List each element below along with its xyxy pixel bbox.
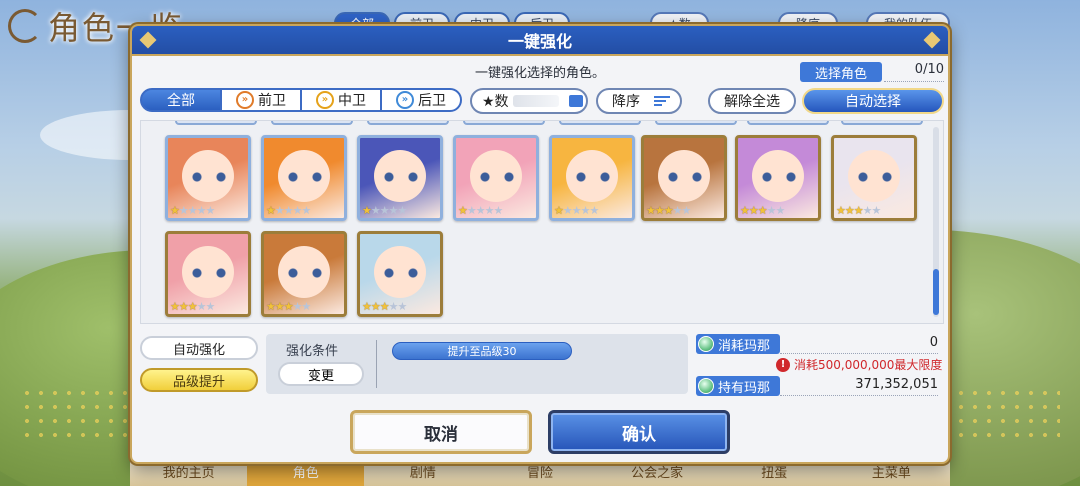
star-rating: ★★★★★ — [170, 300, 215, 313]
sort-toggle-icon — [568, 95, 583, 107]
mana-cost-label: 消耗玛那 — [696, 334, 780, 354]
nav-story: 剧情 — [409, 466, 436, 481]
warning-icon: ! — [776, 357, 790, 372]
back-chevron-icon: » — [396, 91, 414, 109]
star-sort-label: ★数 — [482, 94, 509, 110]
mana-coin-icon — [698, 336, 714, 352]
tab-back-label: 后卫 — [418, 93, 446, 109]
deselect-all-button[interactable]: 解除全选 — [708, 88, 796, 114]
swirl-icon — [8, 9, 42, 43]
tab-back[interactable]: » 后卫 — [380, 88, 462, 112]
tab-all[interactable]: 全部 — [140, 88, 222, 112]
cancel-button[interactable]: 取消 — [350, 410, 532, 454]
mana-owned-label: 持有玛那 — [696, 376, 780, 396]
divider — [376, 340, 377, 388]
nav-gacha: 扭蛋 — [761, 466, 788, 481]
character-card[interactable]: ★★★★★ — [261, 231, 347, 317]
star-rating: ★★★★★ — [170, 204, 215, 217]
nav-main-menu: 主菜单 — [871, 466, 911, 481]
change-condition-button[interactable]: 变更 — [278, 362, 364, 386]
auto-select-button[interactable]: 自动选择 — [802, 88, 944, 114]
character-card[interactable]: ★★★★★ — [357, 135, 443, 221]
star-rating: ★★★★★ — [554, 204, 599, 217]
scrollbar-thumb[interactable] — [933, 269, 939, 315]
condition-tag: 提升至品级30 — [392, 342, 572, 360]
nav-adventure: 冒险 — [526, 466, 553, 481]
rank-up-button[interactable]: 品级提升 — [140, 368, 258, 392]
mana-coin-icon — [698, 378, 714, 394]
character-card[interactable]: ★★★★★ — [831, 135, 917, 221]
character-card[interactable]: ★★★★★ — [735, 135, 821, 221]
character-card[interactable]: ★★★★★ — [357, 231, 443, 317]
tab-front-label: 前卫 — [258, 93, 286, 109]
dialog-title: 一键强化 — [132, 26, 948, 56]
character-grid: ★★★★★ ★★★★★ ★★★★★ ★★★★★ ★★★★★ ★★★★★ ★★★★★ ★★★★★… — [140, 120, 944, 324]
star-rating: ★★★★★ — [362, 204, 407, 217]
nav-character: 角色 — [247, 462, 365, 486]
previous-row-edge — [141, 121, 943, 125]
tab-all-label: 全部 — [167, 93, 195, 109]
nav-guild-house: 公会之家 — [631, 466, 684, 481]
role-filter-tabs: 全部 » 前卫 » 中卫 » 后卫 — [140, 88, 462, 112]
character-card[interactable]: ★★★★★ — [261, 135, 347, 221]
star-rating: ★★★★★ — [646, 204, 691, 217]
grid-scrollbar[interactable] — [933, 127, 939, 317]
tab-middle[interactable]: » 中卫 — [300, 88, 382, 112]
tab-front[interactable]: » 前卫 — [220, 88, 302, 112]
star-rating: ★★★★★ — [458, 204, 503, 217]
star-sort-button[interactable]: ★数 — [470, 88, 588, 114]
star-rating: ★★★★★ — [836, 204, 881, 217]
auto-enhance-button[interactable]: 自动强化 — [140, 336, 258, 360]
character-card[interactable]: ★★★★★ — [453, 135, 539, 221]
front-chevron-icon: » — [236, 91, 254, 109]
character-card[interactable]: ★★★★★ — [549, 135, 635, 221]
mana-owned-value: 371,352,051 — [855, 377, 938, 392]
select-count: 0/10 — [884, 62, 944, 82]
order-button[interactable]: 降序 — [596, 88, 682, 114]
character-card[interactable]: ★★★★★ — [165, 231, 251, 317]
tab-middle-label: 中卫 — [338, 93, 366, 109]
mana-warning: ! 消耗500,000,000最大限度 — [776, 356, 942, 373]
middle-chevron-icon: » — [316, 91, 334, 109]
star-rating: ★★★★★ — [266, 300, 311, 313]
enhance-condition-panel: 强化条件 变更 提升至品级30 — [266, 334, 688, 394]
star-rating: ★★★★★ — [362, 300, 407, 313]
order-label: 降序 — [612, 94, 640, 110]
character-card[interactable]: ★★★★★ — [641, 135, 727, 221]
sort-lines-icon — [654, 96, 670, 106]
star-rating: ★★★★★ — [266, 204, 311, 217]
one-click-enhance-dialog: 一键强化 一键强化选择的角色。 选择角色 0/10 全部 » 前卫 » 中卫 »… — [130, 24, 950, 464]
nav-home: 我的主页 — [162, 466, 215, 481]
mana-cost-value: 0 — [929, 335, 938, 350]
star-rating: ★★★★★ — [740, 204, 785, 217]
confirm-button[interactable]: 确认 — [548, 410, 730, 454]
select-character-label: 选择角色 — [800, 62, 882, 82]
character-card[interactable]: ★★★★★ — [165, 135, 251, 221]
condition-title: 强化条件 — [286, 344, 339, 359]
